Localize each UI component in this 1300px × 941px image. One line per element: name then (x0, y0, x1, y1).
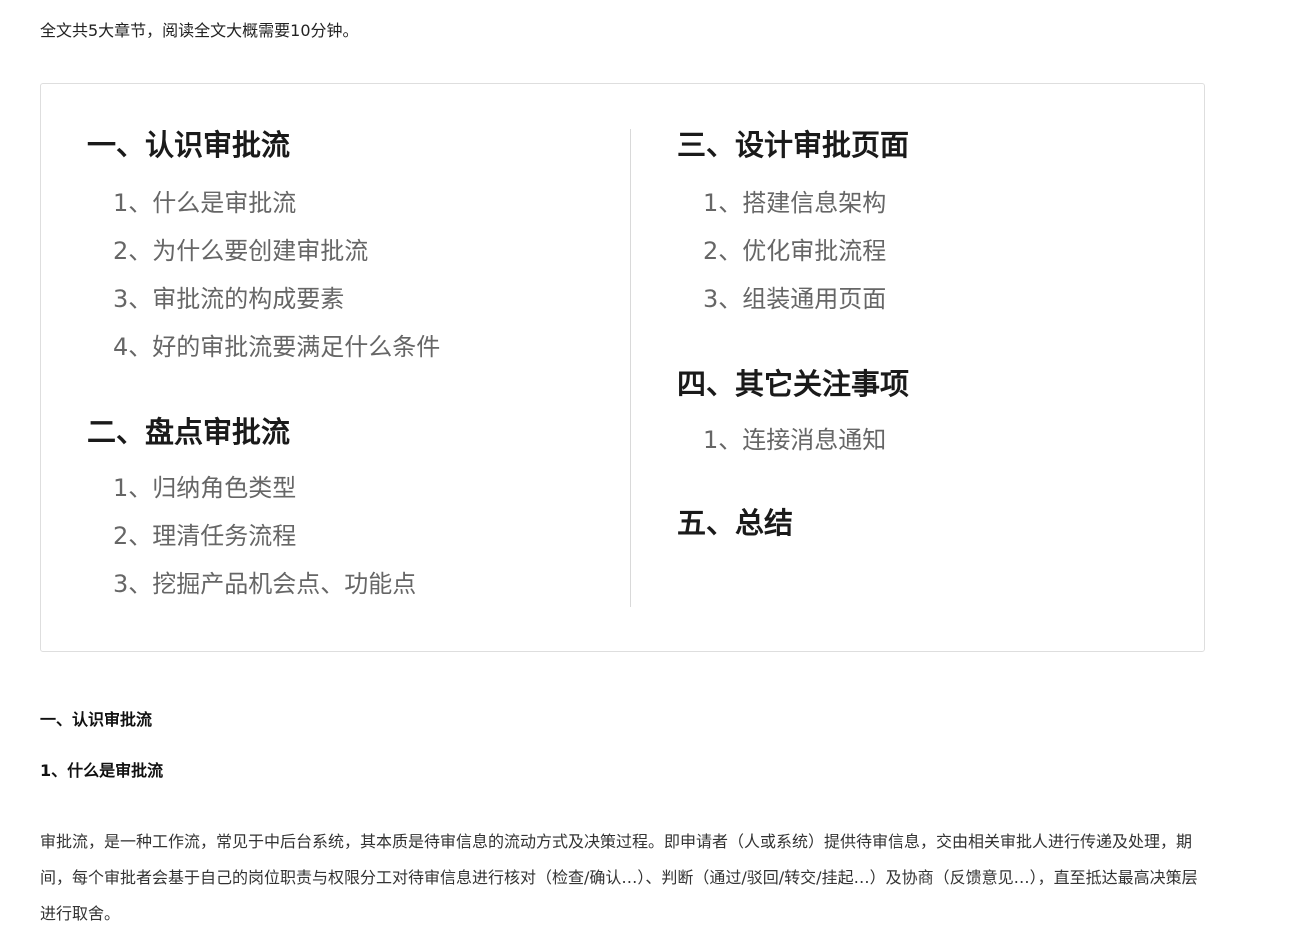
table-of-contents: 一、认识审批流 1、什么是审批流 2、为什么要创建审批流 3、审批流的构成要素 … (40, 83, 1205, 652)
toc-item-4-1[interactable]: 1、连接消息通知 (703, 424, 886, 456)
toc-item-1-2[interactable]: 2、为什么要创建审批流 (113, 235, 368, 267)
toc-item-2-3[interactable]: 3、挖掘产品机会点、功能点 (113, 568, 416, 600)
toc-chapter-1[interactable]: 一、认识审批流 (87, 127, 290, 163)
body-paragraph: 审批流，是一种工作流，常见于中后台系统，其本质是待审信息的流动方式及决策过程。即… (40, 832, 1198, 923)
toc-chapter-3[interactable]: 三、设计审批页面 (677, 127, 909, 163)
toc-column-divider (630, 129, 631, 607)
toc-chapter-4[interactable]: 四、其它关注事项 (677, 366, 909, 402)
toc-item-2-1[interactable]: 1、归纳角色类型 (113, 472, 296, 504)
toc-item-1-3[interactable]: 3、审批流的构成要素 (113, 283, 344, 315)
toc-item-2-2[interactable]: 2、理清任务流程 (113, 520, 296, 552)
toc-item-1-1[interactable]: 1、什么是审批流 (113, 187, 296, 219)
subsection-title: 1、什么是审批流 (40, 761, 164, 780)
toc-item-3-2[interactable]: 2、优化审批流程 (703, 235, 886, 267)
toc-item-3-1[interactable]: 1、搭建信息架构 (703, 187, 886, 219)
toc-item-1-4[interactable]: 4、好的审批流要满足什么条件 (113, 331, 440, 363)
toc-item-3-3[interactable]: 3、组装通用页面 (703, 283, 886, 315)
toc-chapter-2[interactable]: 二、盘点审批流 (87, 414, 290, 450)
reading-intro: 全文共5大章节，阅读全文大概需要10分钟。 (40, 21, 359, 40)
toc-chapter-5[interactable]: 五、总结 (677, 505, 793, 541)
section-title: 一、认识审批流 (40, 710, 153, 729)
